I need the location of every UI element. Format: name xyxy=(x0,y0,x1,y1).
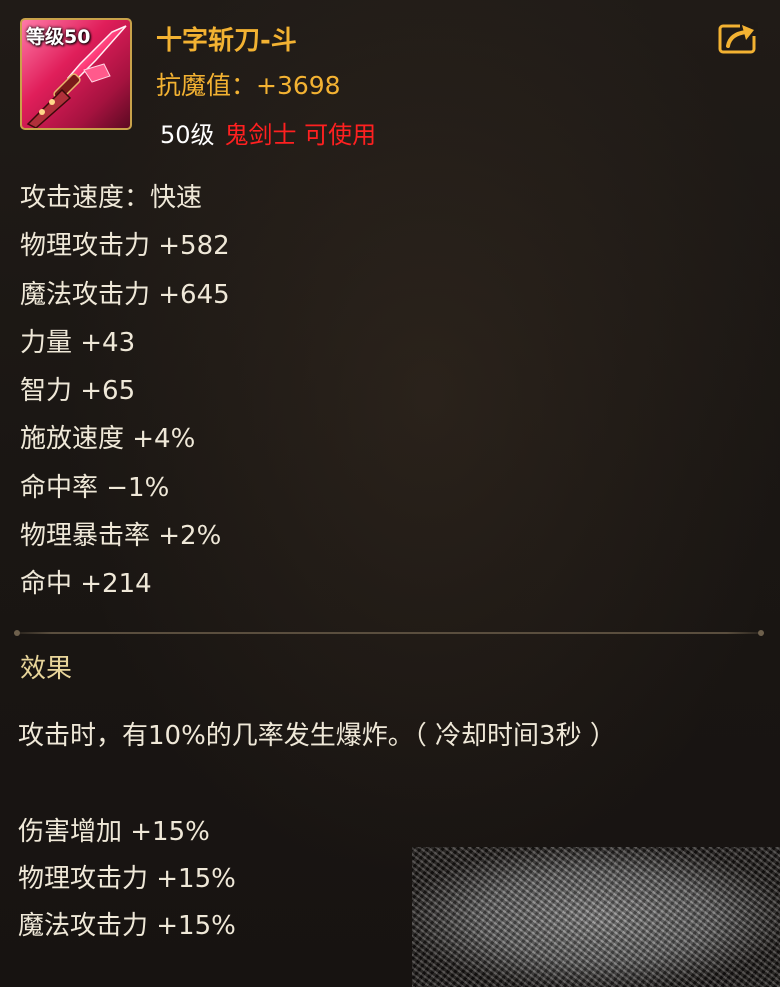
stat-physical-crit: 物理暴击率 +2% xyxy=(20,521,222,552)
effect-title: 效果 xyxy=(20,654,73,684)
item-requirement: 50级 鬼剑士 可使用 xyxy=(160,115,376,150)
stat-strength: 力量 +43 xyxy=(20,327,136,358)
sword-item-icon[interactable]: 等级50 xyxy=(20,18,132,130)
item-tooltip: 等级50 十字斩刀-斗 抗魔值：+3698 50级 鬼剑士 可使用 攻击速度：快速… xyxy=(0,0,780,987)
section-divider xyxy=(14,630,764,636)
stat-attack-speed: 攻击速度：快速 xyxy=(20,183,203,213)
bonus-magic-attack: 魔法攻击力 +15% xyxy=(18,911,236,941)
item-level-badge: 等级50 xyxy=(26,26,91,48)
item-name: 十字斩刀-斗 xyxy=(156,26,297,56)
bonus-physical-attack: 物理攻击力 +15% xyxy=(18,864,236,894)
stat-hit: 命中 +214 xyxy=(20,569,152,600)
effect-description: 攻击时，有10%的几率发生爆炸。（ 冷却时间3秒 ） xyxy=(18,721,616,751)
stat-cast-speed: 施放速度 +4% xyxy=(20,424,196,455)
req-level: 50级 xyxy=(160,121,215,149)
obscured-area xyxy=(412,847,780,987)
effect-bonus-list: 伤害增加 +15% 物理攻击力 +15% 魔法攻击力 +15% xyxy=(18,812,236,953)
item-resist-value: 抗魔值：+3698 xyxy=(156,71,341,100)
stat-intelligence: 智力 +65 xyxy=(20,376,136,407)
stat-physical-attack: 物理攻击力 +582 xyxy=(20,231,230,262)
stat-magic-attack: 魔法攻击力 +645 xyxy=(20,279,230,310)
bonus-damage: 伤害增加 +15% xyxy=(18,817,210,847)
req-class: 鬼剑士 可使用 xyxy=(224,121,377,149)
share-icon[interactable] xyxy=(718,22,758,54)
stat-hit-rate: 命中率 −1% xyxy=(20,472,170,503)
stat-list: 攻击速度：快速 物理攻击力 +582 魔法攻击力 +645 力量 +43 智力 … xyxy=(20,178,230,613)
